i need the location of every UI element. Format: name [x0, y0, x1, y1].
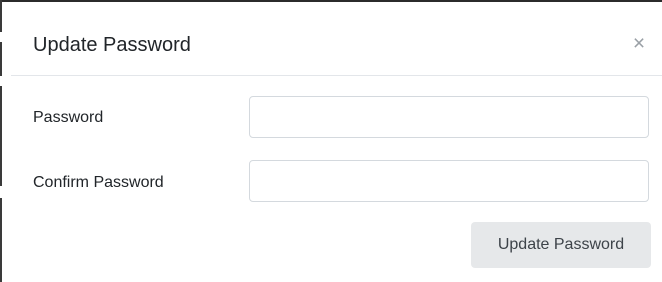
confirm-password-input[interactable] — [249, 160, 649, 202]
update-password-button[interactable]: Update Password — [471, 222, 651, 268]
edge-gap — [0, 32, 2, 42]
edge-gap — [0, 76, 2, 86]
update-password-modal: Update Password × Password Confirm Passw… — [11, 10, 662, 282]
close-icon[interactable]: × — [629, 32, 649, 56]
modal-header: Update Password × — [11, 10, 662, 76]
password-label: Password — [33, 109, 104, 126]
edge-gap — [0, 186, 2, 198]
confirm-password-label: Confirm Password — [33, 174, 164, 191]
password-input[interactable] — [249, 96, 649, 138]
window-left-edge — [0, 0, 2, 282]
window-top-edge — [0, 0, 662, 2]
modal-title: Update Password — [33, 34, 191, 56]
